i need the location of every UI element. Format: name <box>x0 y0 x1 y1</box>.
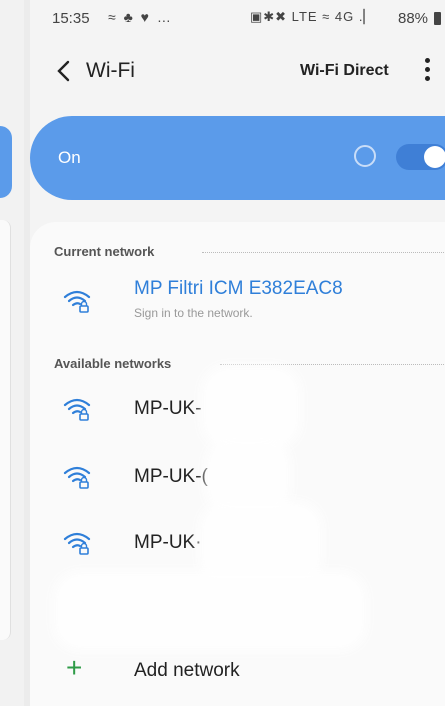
status-time: 15:35 <box>52 10 90 27</box>
section-divider <box>202 252 445 253</box>
wifi-toggle-switch[interactable] <box>396 144 445 170</box>
redaction-blur <box>206 508 316 578</box>
toggle-knob <box>424 146 445 168</box>
wifi-locked-icon <box>63 290 91 313</box>
wifi-locked-icon <box>63 398 91 421</box>
status-bar: 15:35 ≈ ♣ ♥ … ▣✱✖ LTE ≈ 4G .▏ 88% <box>30 0 445 36</box>
wifi-direct-button[interactable]: Wi-Fi Direct <box>300 62 389 80</box>
wifi-settings-screen: 15:35 ≈ ♣ ♥ … ▣✱✖ LTE ≈ 4G .▏ 88% Wi-Fi … <box>30 0 445 706</box>
redaction-blur <box>212 444 284 508</box>
available-networks-heading: Available networks <box>54 356 172 371</box>
current-network-name: MP Filtri ICM E382EAC8 <box>134 278 343 299</box>
available-network-name: MP-UK-( <box>134 466 208 487</box>
wifi-master-toggle-row[interactable]: On <box>30 116 445 200</box>
add-network-button[interactable]: Add network <box>134 660 240 682</box>
more-vertical-icon[interactable] <box>424 58 432 86</box>
chevron-left-icon[interactable] <box>52 56 76 86</box>
current-network-status: Sign in to the network. <box>134 306 253 320</box>
network-list: Current network MP Filtri ICM E382EAC8 S… <box>30 222 445 706</box>
current-network-heading: Current network <box>54 244 155 259</box>
battery-percent: 88% <box>398 10 429 27</box>
wifi-locked-icon <box>63 532 91 555</box>
available-network-name: MP-UK· <box>134 532 202 553</box>
page-title: Wi-Fi <box>86 59 135 82</box>
redaction-blur <box>60 578 360 644</box>
app-bar: Wi-Fi Wi-Fi Direct <box>30 46 445 96</box>
available-network-name: MP-UK- <box>134 398 202 419</box>
redaction-blur <box>208 372 294 442</box>
section-divider <box>220 364 445 365</box>
system-status-icons: ▣✱✖ LTE ≈ 4G .▏ <box>250 9 375 24</box>
plus-icon[interactable]: + <box>66 654 82 682</box>
battery-icon <box>434 12 441 25</box>
notification-icons: ≈ ♣ ♥ … <box>108 9 173 25</box>
previous-screen-toggle-edge <box>0 126 12 198</box>
wifi-toggle-label: On <box>58 148 81 167</box>
previous-screen-card-edge <box>0 220 11 640</box>
previous-screen-edge <box>0 0 24 706</box>
scanning-indicator-icon <box>354 145 376 167</box>
current-network-row[interactable]: MP Filtri ICM E382EAC8 Sign in to the ne… <box>30 272 445 324</box>
wifi-locked-icon <box>63 466 91 489</box>
